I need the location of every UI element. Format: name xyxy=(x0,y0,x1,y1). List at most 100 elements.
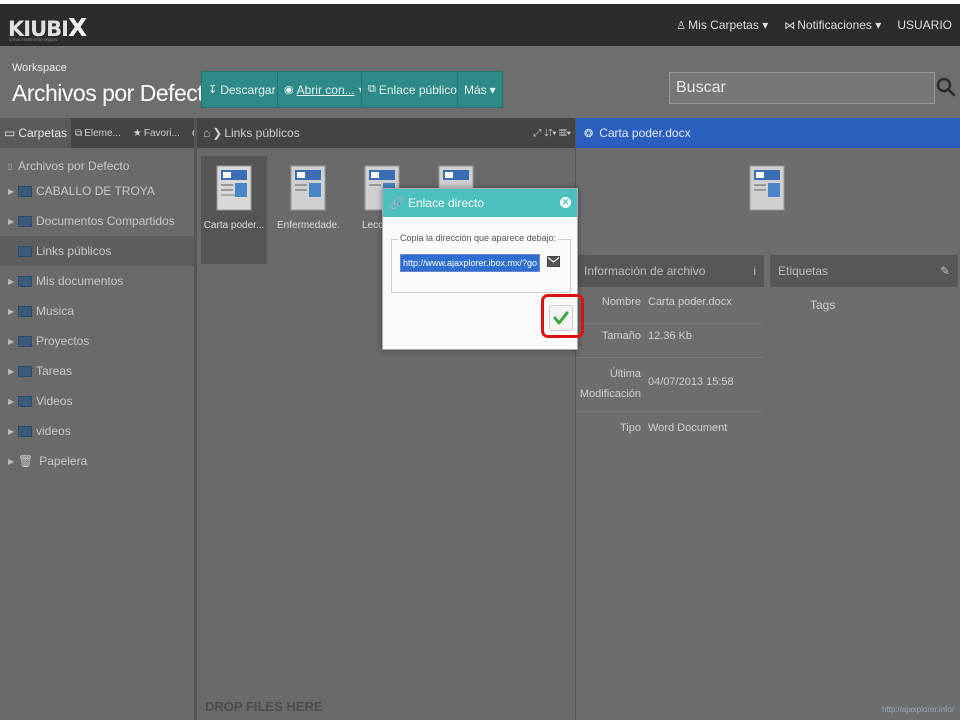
folder-icon xyxy=(18,245,32,257)
usuario-menu[interactable]: USUARIO xyxy=(897,18,952,32)
home-icon[interactable]: ⌂ xyxy=(203,126,210,140)
top-nav: ♙ Mis Carpetas ▾ ⋈ Notificaciones ▾ USUARI… xyxy=(676,18,952,32)
descargar-button[interactable]: ↧ Descargar xyxy=(201,71,283,108)
folder-icon xyxy=(18,275,32,287)
caret-right-icon: ▶ xyxy=(8,366,15,376)
info-icon: ❂ xyxy=(584,127,594,140)
external-icon: ⧉ xyxy=(75,127,83,139)
tab-elementos-label: Eleme... xyxy=(84,127,121,139)
envelope-icon[interactable] xyxy=(547,256,560,267)
users-icon: ♙ xyxy=(676,20,687,32)
tab-carpetas[interactable]: ▭ Carpetas xyxy=(0,118,72,148)
mas-button[interactable]: Más ▾ xyxy=(457,71,503,108)
direct-link-input[interactable] xyxy=(400,254,540,272)
breadcrumb[interactable]: Links públicos xyxy=(224,126,299,140)
tree-item-label: Proyectos xyxy=(36,334,90,348)
tree-item-caballo[interactable]: ▶ CABALLO DE TROYA xyxy=(0,176,194,206)
abrir-label: Abrir con... xyxy=(296,82,355,97)
close-icon[interactable]: ✕ xyxy=(560,197,571,208)
enlace-label: Enlace público xyxy=(378,82,457,97)
enlace-publico-button[interactable]: ⧉ Enlace público xyxy=(361,71,464,108)
workspace-label: Workspace xyxy=(12,62,67,74)
file-info-title: Información de archivo xyxy=(584,264,706,278)
file-item[interactable]: Carta poder... xyxy=(201,156,267,264)
footer-credit: http://ajaxplorer.info/ xyxy=(882,705,954,714)
info-row-tipo: Tipo Word Document xyxy=(576,422,762,448)
info-key-line: Modificación xyxy=(579,388,641,400)
tab-favoritos-label: Favori... xyxy=(143,127,180,139)
file-info-header: Información de archivo i xyxy=(576,255,764,287)
file-name: Enfermedade... xyxy=(277,220,339,231)
folder-icon xyxy=(18,335,32,347)
details-pane: ❂ Carta poder.docx Información de archiv… xyxy=(576,118,960,720)
tags-header: Etiquetas ✎ xyxy=(770,255,958,287)
tags-label: Tags xyxy=(810,298,836,312)
tree-item-label: videos xyxy=(36,424,71,438)
tree-item-videos-lower[interactable]: ▶ videos xyxy=(0,416,194,446)
app-logo[interactable]: KIUBIX almacenamiento seguro xyxy=(8,13,87,42)
view-toggle-icons[interactable]: ⤢ ⇵▾ ▦▾ xyxy=(533,128,571,139)
caret-right-icon: ▶ xyxy=(8,456,15,466)
info-row-modificacion: Última Modificación 04/07/2013 15:58 xyxy=(576,364,762,412)
info-value: 04/07/2013 15:58 xyxy=(648,376,734,388)
tab-favoritos[interactable]: ★ Favori... xyxy=(129,118,184,148)
mis-carpetas-menu[interactable]: ♙ Mis Carpetas ▾ xyxy=(676,18,768,32)
tree-item-label: Videos xyxy=(36,394,73,408)
tree-item-label: Mis documentos xyxy=(36,274,124,288)
folder-open-icon: ▭ xyxy=(4,126,16,140)
drop-zone-label[interactable]: DROP FILES HERE xyxy=(205,699,323,714)
notificaciones-menu[interactable]: ⋈ Notificaciones ▾ xyxy=(784,18,881,32)
url-legend: Copia la dirección que aparece debajo: xyxy=(398,233,559,243)
tree-item-papelera[interactable]: ▶ 🗑 Papelera xyxy=(0,446,194,476)
info-row-nombre: Nombre Carta poder.docx xyxy=(576,296,762,324)
caret-right-icon: ▶ xyxy=(8,186,15,196)
info-value: Carta poder.docx xyxy=(648,296,732,308)
caret-right-icon: ▶ xyxy=(8,336,15,346)
tree-item-links[interactable]: Links públicos xyxy=(0,236,194,266)
caret-right-icon: ▶ xyxy=(8,276,15,286)
tab-elementos[interactable]: ⧉ Eleme... xyxy=(71,118,125,148)
download-icon: ↧ xyxy=(208,84,218,96)
tree-item-label: Links públicos xyxy=(36,244,112,258)
info-value: 12.36 Kb xyxy=(648,330,693,342)
details-title: Carta poder.docx xyxy=(599,126,691,140)
search-input[interactable] xyxy=(669,72,935,104)
search-icon[interactable] xyxy=(935,76,957,98)
top-bar: KIUBIX almacenamiento seguro ♙ Mis Carpet… xyxy=(0,4,960,46)
info-key-line: Última xyxy=(609,368,641,380)
tree-item-musica[interactable]: ▶ Musica xyxy=(0,296,194,326)
folder-icon xyxy=(18,395,32,407)
tree-root[interactable]: ▯ Archivos por Defecto xyxy=(0,156,194,176)
word-doc-icon xyxy=(290,165,326,211)
tree-item-proyectos[interactable]: ▶ Proyectos xyxy=(0,326,194,356)
workspace-title: Archivos por Defecto xyxy=(12,80,216,106)
tree-item-label: Musica xyxy=(36,304,75,318)
link-icon: 🔗 xyxy=(389,196,404,210)
url-fieldset: Copia la dirección que aparece debajo: xyxy=(391,233,571,293)
tree-item-label: Papelera xyxy=(39,454,88,468)
file-item[interactable]: Enfermedade... xyxy=(275,156,341,264)
caret-down-icon: ▾ xyxy=(762,18,769,32)
tree-item-tareas[interactable]: ▶ Tareas xyxy=(0,356,194,386)
details-pane-header: ❂ Carta poder.docx xyxy=(576,118,960,148)
caret-down-icon: ▾ xyxy=(875,18,882,32)
folder-icon xyxy=(18,185,32,197)
info-key: Última Modificación xyxy=(580,364,641,404)
tags-title: Etiquetas xyxy=(778,264,829,278)
info-value: Word Document xyxy=(648,422,728,434)
tree-item-label: Tareas xyxy=(36,364,73,378)
share-icon: ⧉ xyxy=(368,83,376,95)
dialog-header: 🔗 Enlace directo xyxy=(383,189,577,217)
confirm-highlight-annotation xyxy=(541,294,584,338)
abrir-con-button[interactable]: ◉Abrir con...▾ xyxy=(277,71,372,108)
logo-x: X xyxy=(67,13,87,42)
edit-icon[interactable]: ✎ xyxy=(940,264,950,278)
tree-item-mis-documentos[interactable]: ▶ Mis documentos xyxy=(0,266,194,296)
mas-label: Más xyxy=(464,82,487,97)
tree-item-documentos[interactable]: ▶ Documentos Compartidos xyxy=(0,206,194,236)
trash-icon: 🗑 xyxy=(18,454,34,468)
folder-icon xyxy=(18,365,32,377)
word-doc-icon xyxy=(216,165,252,211)
tree-item-videos[interactable]: ▶ Videos xyxy=(0,386,194,416)
footer-link[interactable]: http://ajaxplorer.info/ xyxy=(882,705,954,714)
